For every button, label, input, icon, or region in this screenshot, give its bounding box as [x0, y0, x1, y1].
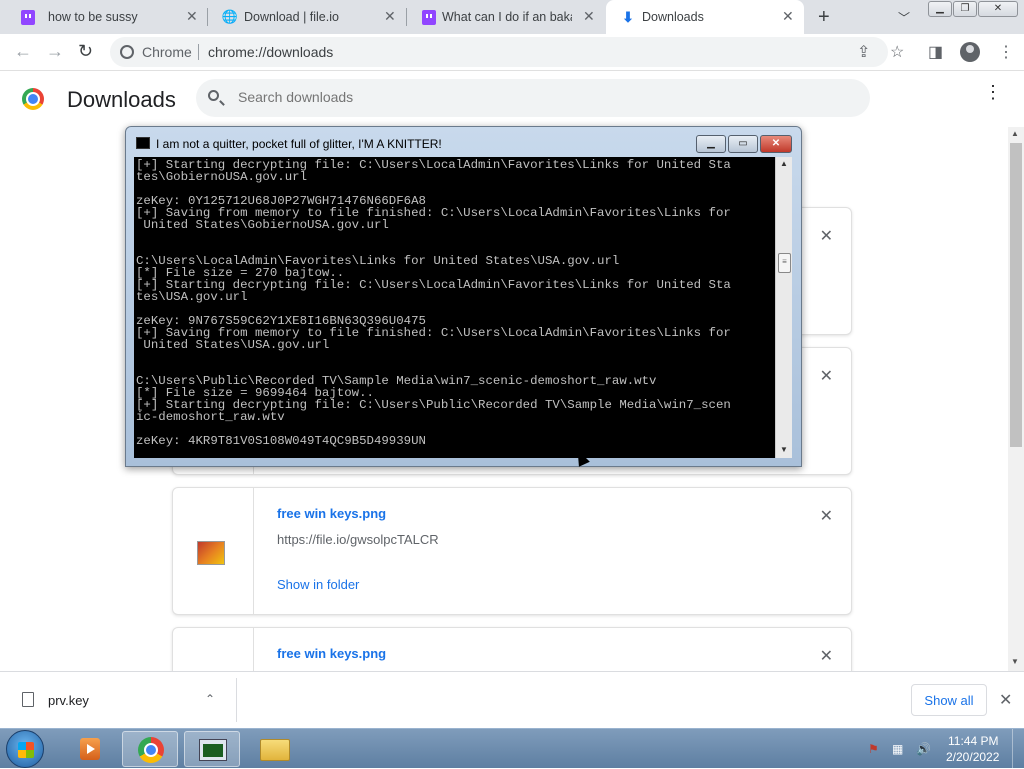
console-line: United States\USA.gov.url: [136, 338, 330, 352]
bookmark-star-icon[interactable]: ☆: [890, 42, 904, 62]
tab-title: how to be sussy: [48, 10, 138, 24]
tab-how-to-be-sussy[interactable]: how to be sussy ✕: [6, 0, 208, 34]
close-icon[interactable]: ✕: [186, 8, 198, 25]
minimize-button[interactable]: ▁: [928, 1, 952, 17]
chrome-icon: [138, 737, 164, 763]
network-icon[interactable]: ▦: [892, 742, 903, 756]
profile-avatar-icon[interactable]: [960, 42, 980, 62]
more-actions-icon[interactable]: ⋮: [984, 83, 1002, 101]
close-window-button[interactable]: ✕: [978, 1, 1018, 17]
reload-icon[interactable]: ↻: [78, 41, 93, 62]
page-title: Downloads: [67, 87, 176, 112]
console-minimize-button[interactable]: ▁: [696, 135, 726, 153]
scroll-down-arrow-icon[interactable]: ▼: [780, 445, 788, 454]
twitch-icon: [421, 9, 437, 25]
clock-time[interactable]: 11:44 PM: [948, 734, 998, 748]
file-name-link[interactable]: free win keys.png: [277, 506, 386, 521]
forward-arrow-icon[interactable]: →: [46, 41, 64, 62]
console-app-icon: [136, 137, 150, 149]
tab-search-chevron-icon[interactable]: ﹀: [898, 9, 910, 26]
console-line: tes\GobiernoUSA.gov.url: [136, 170, 308, 184]
scroll-thumb[interactable]: ≡: [778, 253, 791, 273]
chrome-site-icon: [120, 45, 134, 59]
file-name-link[interactable]: free win keys.png: [277, 646, 386, 661]
remove-item-icon[interactable]: ✕: [820, 366, 833, 386]
tab-download-file-io[interactable]: 🌐 Download | file.io ✕: [208, 0, 407, 34]
downloads-header: Downloads ⋮: [0, 71, 1024, 127]
taskbar-explorer[interactable]: [246, 731, 302, 767]
tab-title: Download | file.io: [244, 10, 339, 24]
restore-button[interactable]: ❐: [953, 1, 977, 17]
scroll-up-arrow-icon[interactable]: ▲: [1011, 129, 1019, 138]
scroll-up-arrow-icon[interactable]: ▲: [780, 159, 788, 168]
shelf-file-name[interactable]: prv.key: [48, 693, 89, 708]
console-line: tes\USA.gov.url: [136, 290, 248, 304]
remove-item-icon[interactable]: ✕: [820, 506, 833, 526]
back-arrow-icon[interactable]: ←: [14, 41, 32, 62]
console-scrollbar[interactable]: ▲ ≡ ▼: [775, 157, 792, 458]
console-line: ic-demoshort_raw.wtv: [136, 410, 285, 424]
close-icon[interactable]: ✕: [782, 8, 794, 25]
remove-item-icon[interactable]: ✕: [820, 646, 833, 666]
close-icon[interactable]: ✕: [384, 8, 396, 25]
tab-what-can-i-do[interactable]: What can I do if an baka ✕: [407, 0, 606, 34]
search-input[interactable]: [236, 88, 836, 106]
taskbar-media-player[interactable]: [62, 731, 118, 767]
download-icon: ⬇: [622, 8, 634, 25]
globe-icon: 🌐: [221, 9, 239, 24]
scroll-down-arrow-icon[interactable]: ▼: [1011, 657, 1019, 666]
chrome-logo-icon: [22, 88, 44, 110]
system-tray: ⚑ ▦ 🔊 11:44 PM 2/20/2022: [862, 729, 1024, 769]
address-bar[interactable]: Chrome chrome://downloads: [110, 37, 888, 67]
url-text[interactable]: chrome://downloads: [208, 44, 333, 60]
menu-kebab-icon[interactable]: ⋮: [998, 42, 1014, 62]
browser-toolbar: ← → ↻ Chrome chrome://downloads ⇪ ☆ ◨ ⋮: [0, 34, 1024, 71]
show-in-folder-link[interactable]: Show in folder: [277, 577, 359, 592]
tab-downloads[interactable]: ⬇ Downloads ✕: [606, 0, 804, 34]
console-line: United States\GobiernoUSA.gov.url: [136, 218, 389, 232]
file-icon: [22, 692, 34, 707]
twitch-icon: [20, 9, 36, 25]
console-line: zeKey: 4KR9T81V0S108W049T4QC9B5D49939UN: [136, 434, 426, 448]
download-item: free win keys.png ✕: [172, 627, 852, 671]
tab-title: Downloads: [642, 10, 704, 24]
console-close-button[interactable]: ✕: [760, 135, 792, 153]
clock-date[interactable]: 2/20/2022: [946, 750, 999, 764]
show-desktop-button[interactable]: [1012, 729, 1024, 769]
image-thumbnail: [197, 541, 225, 565]
file-url[interactable]: https://file.io/gwsolpcTALCR: [277, 532, 439, 547]
search-box[interactable]: [196, 79, 870, 117]
console-title: I am not a quitter, pocket full of glitt…: [156, 137, 442, 151]
new-tab-button[interactable]: +: [818, 6, 830, 29]
download-shelf: prv.key ⌃ Show all ✕: [0, 671, 1024, 728]
search-icon: [208, 90, 219, 101]
close-icon[interactable]: ✕: [583, 8, 595, 25]
page-scrollbar[interactable]: ▲ ▼: [1008, 127, 1024, 671]
console-window[interactable]: I am not a quitter, pocket full of glitt…: [125, 126, 802, 467]
omnibox-label: Chrome: [142, 44, 192, 60]
action-center-icon[interactable]: ⚑: [868, 742, 879, 756]
share-icon[interactable]: ⇪: [857, 42, 870, 62]
side-panel-icon[interactable]: ◨: [928, 42, 943, 62]
console-output: [+] Starting decrypting file: C:\Users\L…: [134, 157, 775, 458]
volume-icon[interactable]: 🔊: [916, 742, 931, 756]
start-button[interactable]: [6, 730, 44, 768]
download-item: free win keys.png https://file.io/gwsolp…: [172, 487, 852, 615]
tab-title: What can I do if an baka: [442, 10, 572, 24]
chevron-up-icon[interactable]: ⌃: [205, 692, 215, 706]
tab-strip: how to be sussy ✕ 🌐 Download | file.io ✕…: [0, 0, 1024, 34]
taskbar-console[interactable]: [184, 731, 240, 767]
close-shelf-icon[interactable]: ✕: [999, 690, 1012, 710]
scroll-thumb[interactable]: [1010, 143, 1022, 447]
folder-icon: [260, 739, 290, 761]
media-player-icon: [80, 738, 100, 760]
show-all-button[interactable]: Show all: [911, 684, 987, 716]
windows-taskbar: ⚑ ▦ 🔊 11:44 PM 2/20/2022: [0, 728, 1024, 769]
console-maximize-button[interactable]: ▭: [728, 135, 758, 153]
console-window-icon: [199, 739, 227, 761]
remove-item-icon[interactable]: ✕: [820, 226, 833, 246]
taskbar-chrome[interactable]: [122, 731, 178, 767]
